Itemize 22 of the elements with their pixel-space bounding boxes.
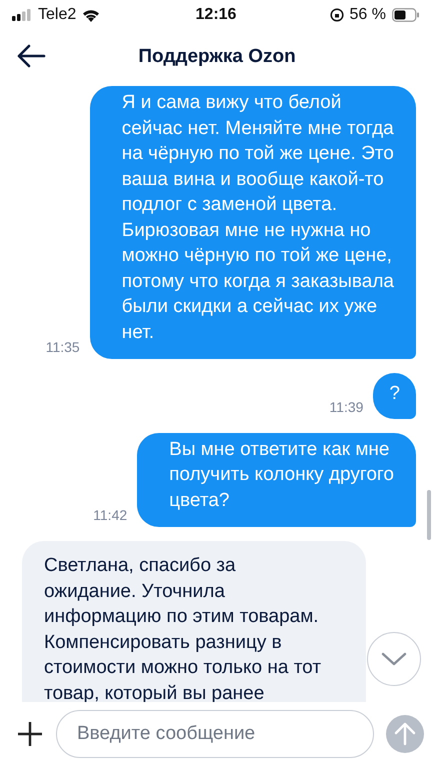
battery-icon <box>392 8 420 22</box>
clock-time: 12:16 <box>196 6 236 24</box>
attach-button[interactable] <box>16 720 44 748</box>
outgoing-message: ? <box>373 373 416 418</box>
chat-title: Поддержка Ozon <box>138 46 296 68</box>
arrow-up-icon <box>394 722 416 746</box>
wifi-icon <box>82 8 100 22</box>
message-time: 11:42 <box>93 507 128 523</box>
back-arrow-icon <box>16 44 46 68</box>
message-input[interactable]: Введите сообщение <box>56 710 374 758</box>
outgoing-message: Вы мне ответите как мне получить колонку другого цвета? <box>137 432 416 527</box>
scroll-thumb <box>427 490 431 540</box>
scroll-down-button[interactable] <box>367 632 421 686</box>
carrier-name: Tele2 <box>38 6 76 24</box>
rotation-lock-icon <box>330 8 344 22</box>
plus-icon <box>16 720 44 748</box>
battery-percent: 56 % <box>350 6 386 24</box>
message-time: 11:35 <box>46 339 80 355</box>
signal-icon <box>12 9 32 21</box>
chevron-down-icon <box>381 652 407 666</box>
outgoing-message: Я и сама вижу что белой сейчас нет. Меняйте мне тогда на чёрную по той же цене. Это ваша вина и вообще какой-то подлог с заменой цвета. Бирюзовая мне не нужна но можно чёрную по той же цене, потому что когда я заказывала были скидки а сейчас их уже нет. <box>90 86 416 359</box>
message-time: 11:39 <box>329 398 364 414</box>
